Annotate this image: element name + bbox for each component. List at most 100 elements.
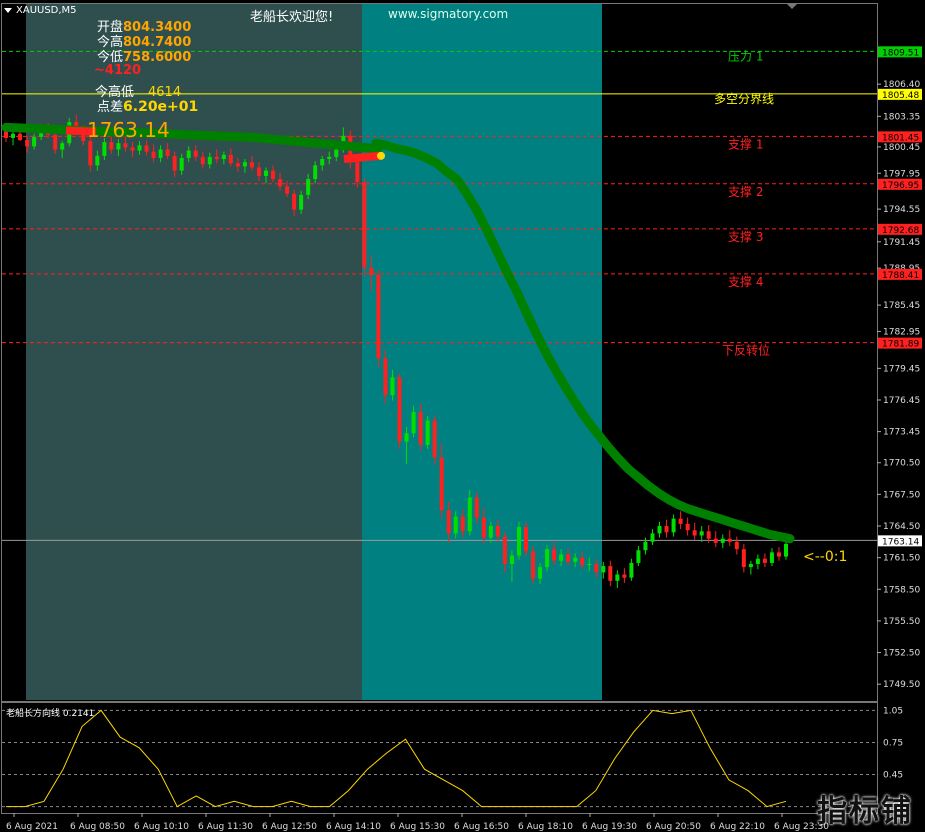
time-tick-label: 6 Aug 18:10 xyxy=(518,822,573,832)
candle-body xyxy=(685,523,690,531)
price-tick-label: 1794.55 xyxy=(883,205,920,215)
candle-body xyxy=(643,541,648,551)
indicator-title: 老船长方向线 0.2141 xyxy=(6,709,95,719)
candle-body xyxy=(165,149,170,156)
candle-body xyxy=(678,518,683,524)
candle-body xyxy=(524,527,528,552)
candle-body xyxy=(228,154,233,164)
price-tick-label: 1797.95 xyxy=(883,169,920,179)
candle-body xyxy=(784,543,788,557)
candle-body xyxy=(601,566,606,573)
candle-body xyxy=(123,143,128,148)
price-tick-label: 1758.50 xyxy=(883,585,920,595)
price-tick-label: 1779.45 xyxy=(883,364,920,374)
candle-body xyxy=(594,563,599,573)
price-tick-label: 1755.50 xyxy=(883,617,920,627)
candle-body xyxy=(559,554,564,561)
indicator-pane-border xyxy=(1,702,878,814)
ma-marker xyxy=(377,151,385,160)
candle-body xyxy=(186,150,191,158)
candle-body xyxy=(531,551,536,579)
candle-body xyxy=(214,156,219,160)
candle-body xyxy=(242,162,247,167)
candle-body xyxy=(88,141,93,166)
candle-body xyxy=(369,267,374,276)
candle-body xyxy=(657,526,662,534)
candle-body xyxy=(158,149,163,158)
candle-body xyxy=(495,526,500,537)
candle-body xyxy=(235,163,240,167)
candle-body xyxy=(516,527,521,556)
candle-body xyxy=(776,552,781,557)
price-tick-label: 1776.45 xyxy=(883,396,920,406)
candle-body xyxy=(327,156,332,160)
time-tick-label: 6 Aug 12:50 xyxy=(262,822,317,832)
candle-body xyxy=(306,179,311,195)
candle-body xyxy=(706,531,711,539)
candle-body xyxy=(397,377,402,442)
candle-body xyxy=(425,420,430,445)
price-tick-label: 1806.40 xyxy=(883,80,920,90)
candle-body xyxy=(615,574,620,581)
candle-body xyxy=(755,558,760,564)
candle-body xyxy=(769,552,774,563)
candle-body xyxy=(509,555,514,564)
candle-body xyxy=(355,162,360,183)
level-price-tag-text: 1801.45 xyxy=(882,133,919,143)
price-tick-label: 1770.50 xyxy=(883,459,920,469)
welcome-text: 老船长欢迎您! xyxy=(250,10,334,25)
candle-body xyxy=(664,526,669,533)
candle-body xyxy=(292,193,297,210)
candle-body xyxy=(221,154,226,160)
change-text: ~4120 xyxy=(94,63,142,78)
candle-body xyxy=(193,150,198,157)
price-tick-label: 1773.45 xyxy=(883,428,920,438)
candle-body xyxy=(179,157,184,171)
candle-body xyxy=(53,134,58,150)
ma-red-segment xyxy=(343,151,381,164)
indicator-tick-label: 0.45 xyxy=(883,771,903,781)
candle-body xyxy=(60,143,65,150)
candle-body xyxy=(32,136,37,147)
time-tick-label: 6 Aug 08:50 xyxy=(70,822,125,832)
ratio-text: <--0:1 xyxy=(803,549,848,565)
candle-body xyxy=(418,412,423,445)
price-tick-label: 1791.45 xyxy=(883,238,920,248)
candle-body xyxy=(573,557,578,562)
candle-body xyxy=(130,147,135,151)
candle-body xyxy=(741,549,746,568)
candle-body xyxy=(172,155,177,171)
candle-body xyxy=(102,142,107,156)
candle-body xyxy=(474,497,479,518)
candle-body xyxy=(109,142,114,150)
candle-body xyxy=(720,538,725,543)
points-row: 点差6.20e+01 xyxy=(97,96,198,115)
candle-body xyxy=(151,151,156,158)
candle-body xyxy=(207,156,212,165)
candle-body xyxy=(552,549,557,561)
candle-body xyxy=(545,549,550,568)
time-tick-label: 6 Aug 14:10 xyxy=(326,822,381,832)
candle-body xyxy=(439,457,444,511)
price-tick-label: 1749.50 xyxy=(883,680,920,690)
candle-body xyxy=(748,563,753,568)
level-price-tag-text: 1796.95 xyxy=(882,181,919,191)
time-tick-label: 6 Aug 10:10 xyxy=(134,822,189,832)
time-tick-label: 6 Aug 15:30 xyxy=(390,822,445,832)
candle-body xyxy=(713,538,718,543)
price-tick-label: 1767.50 xyxy=(883,490,920,500)
candle-body xyxy=(18,133,23,141)
price-tick-label: 1800.45 xyxy=(883,143,920,153)
candle-body xyxy=(320,159,325,166)
candle-body xyxy=(411,412,416,434)
candle-body xyxy=(95,155,100,166)
scroll-shift-icon xyxy=(787,4,797,9)
candle-body xyxy=(249,162,254,168)
level-label: 支撑 1 xyxy=(728,136,763,151)
candle-body xyxy=(502,536,507,564)
indicator-tick-label: 1.05 xyxy=(883,706,903,716)
dropdown-triangle-icon[interactable] xyxy=(4,7,12,13)
candle-body xyxy=(580,557,585,566)
price-tick-label: 1785.45 xyxy=(883,301,920,311)
chart-window[interactable]: 压力 1 多空分界线 支撑 1 支撑 2 支撑 3 支撑 4 下反转位 1806.40 1803… xyxy=(0,0,925,832)
